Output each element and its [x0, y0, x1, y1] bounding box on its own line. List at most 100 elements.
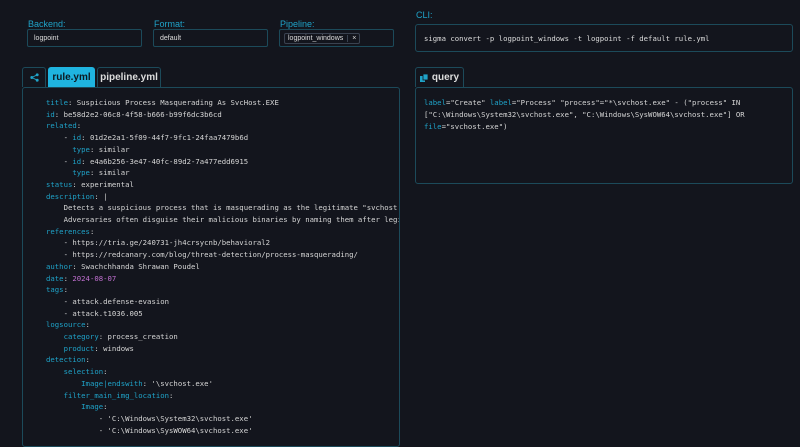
- query-line: ["C:\Windows\System32\svchost.exe", "C:\…: [424, 109, 792, 121]
- query-text: ["C:\Windows\System32\svchost.exe", "C:\…: [424, 110, 745, 120]
- yaml-key: date: [46, 273, 64, 283]
- yaml-value: - 'C:\Windows\System32\svchost.exe': [98, 413, 253, 423]
- code-line: selection:: [46, 366, 399, 378]
- tab-pipeline-yml[interactable]: pipeline.yml: [97, 67, 161, 87]
- yaml-value: - 'C:\Windows\SysWOW64\svchost.exe': [98, 425, 253, 435]
- yaml-key: selection: [63, 367, 104, 377]
- backend-select[interactable]: logpoint: [27, 29, 142, 47]
- yaml-value: process_creation: [107, 332, 178, 342]
- code-line: category: process_creation: [46, 331, 399, 343]
- code-line: Image|endswith: '\svchost.exe': [46, 378, 399, 390]
- code-line: status: experimental: [46, 179, 399, 191]
- yaml-key: references: [46, 226, 90, 236]
- yaml-value: windows: [103, 343, 134, 353]
- code-line: date: 2024-08-07: [46, 273, 399, 285]
- share-icon: [29, 73, 39, 82]
- yaml-colon: :: [76, 121, 86, 131]
- yaml-key: author: [46, 261, 73, 271]
- backend-value: logpoint: [34, 34, 59, 42]
- yaml-value: similar: [98, 144, 130, 154]
- code-line: - https://redcanary.com/blog/threat-dete…: [46, 249, 399, 261]
- code-line: Image:: [46, 401, 399, 413]
- code-line: related:: [46, 120, 399, 132]
- code-line: - id: 01d2e2a1-5f09-44f7-9fc1-24faa7479b…: [46, 132, 399, 144]
- format-label: Format:: [154, 19, 186, 29]
- yaml-key: id: [46, 109, 55, 119]
- yaml-key: related: [46, 121, 77, 131]
- yaml-value: 01d2e2a1-5f09-44f7-9fc1-24faa7479b6d: [89, 133, 249, 143]
- yaml-colon: :: [72, 261, 82, 271]
- yaml-colon: :: [94, 343, 104, 353]
- yaml-colon: :: [85, 355, 95, 365]
- remove-chip-icon[interactable]: ×: [347, 34, 356, 42]
- yaml-colon: :: [81, 133, 90, 143]
- code-line: tags:: [46, 284, 399, 296]
- yaml-key: type: [72, 168, 90, 178]
- code-line: type: similar: [46, 167, 399, 179]
- pipeline-label: Pipeline:: [280, 19, 315, 29]
- yaml-key: Image: [81, 402, 104, 412]
- yaml-colon: :: [63, 285, 73, 295]
- query-output[interactable]: label="Create" label="Process" "process"…: [415, 87, 793, 184]
- yaml-colon: :: [67, 98, 77, 107]
- yaml-value: - https://tria.ge/240731-jh4crsycnb/beha…: [63, 238, 271, 248]
- yaml-value: 2024-08-07: [72, 273, 117, 283]
- code-line: Adversaries often disguise their malicio…: [46, 214, 399, 226]
- tab-query[interactable]: query: [415, 67, 464, 87]
- code-line: title: Suspicious Process Masquerading A…: [46, 97, 399, 109]
- query-line: label="Create" label="Process" "process"…: [424, 97, 792, 109]
- yaml-key: description: [46, 191, 95, 201]
- yaml-key: id: [72, 133, 82, 143]
- format-value: default: [160, 34, 182, 42]
- code-line: author: Swachchhanda Shrawan Poudel: [46, 261, 399, 273]
- query-text: ="Process" "process"="*\svchost.exe" - (…: [511, 98, 741, 107]
- query-text: ="Create": [445, 98, 490, 107]
- yaml-value: - attack.t1036.005: [63, 308, 143, 318]
- code-line: - 'C:\Windows\System32\svchost.exe': [46, 413, 399, 425]
- yaml-key: filter_main_img_location: [63, 390, 170, 400]
- yaml-key: Image|endswith: [81, 378, 143, 388]
- yaml-value: Suspicious Process Masquerading As SvcHo…: [76, 98, 279, 107]
- cli-command-box[interactable]: sigma convert -p logpoint_windows -t log…: [415, 24, 793, 52]
- query-field: label: [489, 98, 512, 107]
- yaml-key: type: [72, 144, 90, 154]
- code-line: id: be58d2e2-06c8-4f58-b666-b99f6dc3b6cd: [46, 109, 399, 121]
- cli-label: CLI:: [416, 10, 433, 20]
- tab-rule-yml[interactable]: rule.yml: [48, 67, 95, 87]
- yaml-colon: :: [81, 156, 90, 166]
- code-indent: -: [46, 133, 73, 143]
- tab-share[interactable]: [22, 67, 46, 87]
- rule-yaml-editor[interactable]: title: Suspicious Process Masquerading A…: [22, 87, 400, 447]
- code-line: Detects a suspicious process that is mas…: [46, 202, 399, 214]
- code-indent: -: [46, 156, 73, 166]
- yaml-key: tags: [46, 285, 64, 295]
- query-field: file: [424, 122, 442, 132]
- yaml-value: - attack.defense-evasion: [63, 296, 170, 306]
- code-line: - attack.defense-evasion: [46, 296, 399, 308]
- query-field: label: [424, 98, 446, 107]
- code-line: type: similar: [46, 144, 399, 156]
- code-line: - attack.t1036.005: [46, 308, 399, 320]
- format-select[interactable]: default: [153, 29, 268, 47]
- code-line: - id: e4a6b256-3e47-40fc-89d2-7a477edd69…: [46, 156, 399, 168]
- code-line: product: windows: [46, 343, 399, 355]
- code-line: references:: [46, 226, 399, 238]
- yaml-colon: :: [103, 367, 112, 377]
- yaml-colon: :: [94, 191, 104, 201]
- yaml-value: Swachchhanda Shrawan Poudel: [81, 261, 200, 271]
- code-line: - 'C:\Windows\SysWOW64\svchost.exe': [46, 425, 399, 437]
- pipeline-select[interactable]: logpoint_windows ×: [279, 29, 394, 47]
- yaml-value: '\svchost.exe': [151, 378, 213, 388]
- yaml-key: product: [63, 343, 95, 353]
